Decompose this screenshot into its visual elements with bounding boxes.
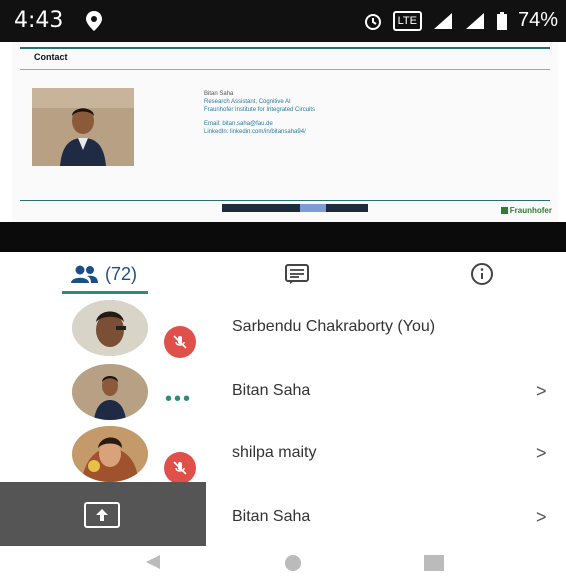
tab-info[interactable] — [452, 252, 512, 296]
battery-icon — [496, 11, 507, 30]
back-icon[interactable] — [146, 555, 160, 569]
active-tab-indicator — [62, 291, 148, 294]
clock: 4:43 — [14, 8, 64, 33]
slide-progress-thumb — [300, 204, 326, 212]
mic-off-icon — [173, 461, 187, 475]
chevron-right-icon[interactable]: > — [536, 381, 547, 402]
shared-slide: Contact Bitan Saha Research Assistant, C… — [12, 42, 558, 222]
slide-heading: Contact — [34, 52, 68, 62]
home-icon[interactable] — [285, 555, 301, 571]
tab-chat[interactable] — [262, 252, 332, 296]
slide-bottom-rule — [20, 200, 550, 201]
participants-count: (72) — [104, 263, 137, 284]
battery-level: 74% — [517, 9, 558, 31]
slide-divider — [20, 69, 550, 70]
presenter-email: Email: bitan.saha@fau.de — [204, 121, 273, 127]
presenter-photo — [32, 88, 134, 166]
presenter-org: Fraunhofer Institute for Integrated Circ… — [204, 107, 316, 113]
participant-name: Bitan Saha — [232, 382, 311, 399]
presenter-role: Research Assistant, Cognitive AI — [204, 99, 291, 105]
fraunhofer-logo: Fraunhofer — [500, 206, 552, 215]
people-icon — [70, 265, 98, 283]
android-nav-bar — [0, 546, 566, 580]
chevron-right-icon[interactable]: > — [536, 507, 547, 528]
participant-row[interactable]: ••• Bitan Saha > — [0, 360, 566, 424]
avatar — [72, 426, 148, 482]
signal-icon-2 — [465, 12, 484, 29]
participant-name: Sarbendu Chakraborty (You) — [232, 318, 436, 335]
status-bar: 4:43 LTE 74% — [0, 0, 566, 42]
mic-off-icon — [173, 335, 187, 349]
share-screen-icon — [96, 509, 108, 521]
screen: 4:43 LTE 74% Contact Bitan Saha Research… — [0, 0, 566, 580]
avatar — [72, 300, 148, 356]
chat-icon — [285, 264, 309, 284]
recent-apps-icon[interactable] — [424, 555, 444, 571]
presenter-info: Bitan Saha Research Assistant, Cognitive… — [204, 90, 315, 136]
network-type: LTE — [392, 10, 422, 31]
meeting-tabs: (72) — [0, 252, 566, 296]
participant-name: Bitan Saha — [232, 508, 311, 525]
tab-participants[interactable]: (72) — [48, 252, 158, 296]
status-icons: LTE 74% — [363, 9, 558, 32]
participant-name: shilpa maity — [232, 444, 317, 461]
slide-top-rule — [20, 47, 550, 49]
share-screen-button[interactable] — [84, 502, 120, 528]
presenter-name: Bitan Saha — [204, 91, 234, 97]
slide-progress-bar[interactable] — [222, 204, 368, 212]
location-icon — [86, 11, 102, 31]
speaking-indicator: ••• — [165, 388, 193, 410]
participant-row[interactable]: Sarbendu Chakraborty (You) — [0, 296, 566, 360]
avatar — [72, 364, 148, 420]
screen-share-overlay — [0, 482, 206, 546]
video-letterbox — [0, 222, 566, 252]
signal-icon — [433, 12, 452, 29]
alarm-icon — [364, 13, 381, 30]
participant-row[interactable]: shilpa maity > — [0, 422, 566, 486]
presenter-linkedin: LinkedIn: linkedin.com/in/bitansaha94/ — [204, 129, 306, 135]
info-icon — [471, 263, 493, 285]
chevron-right-icon[interactable]: > — [536, 443, 547, 464]
mute-badge — [164, 452, 196, 484]
logo-mark-icon — [500, 207, 508, 215]
mute-badge — [164, 326, 196, 358]
